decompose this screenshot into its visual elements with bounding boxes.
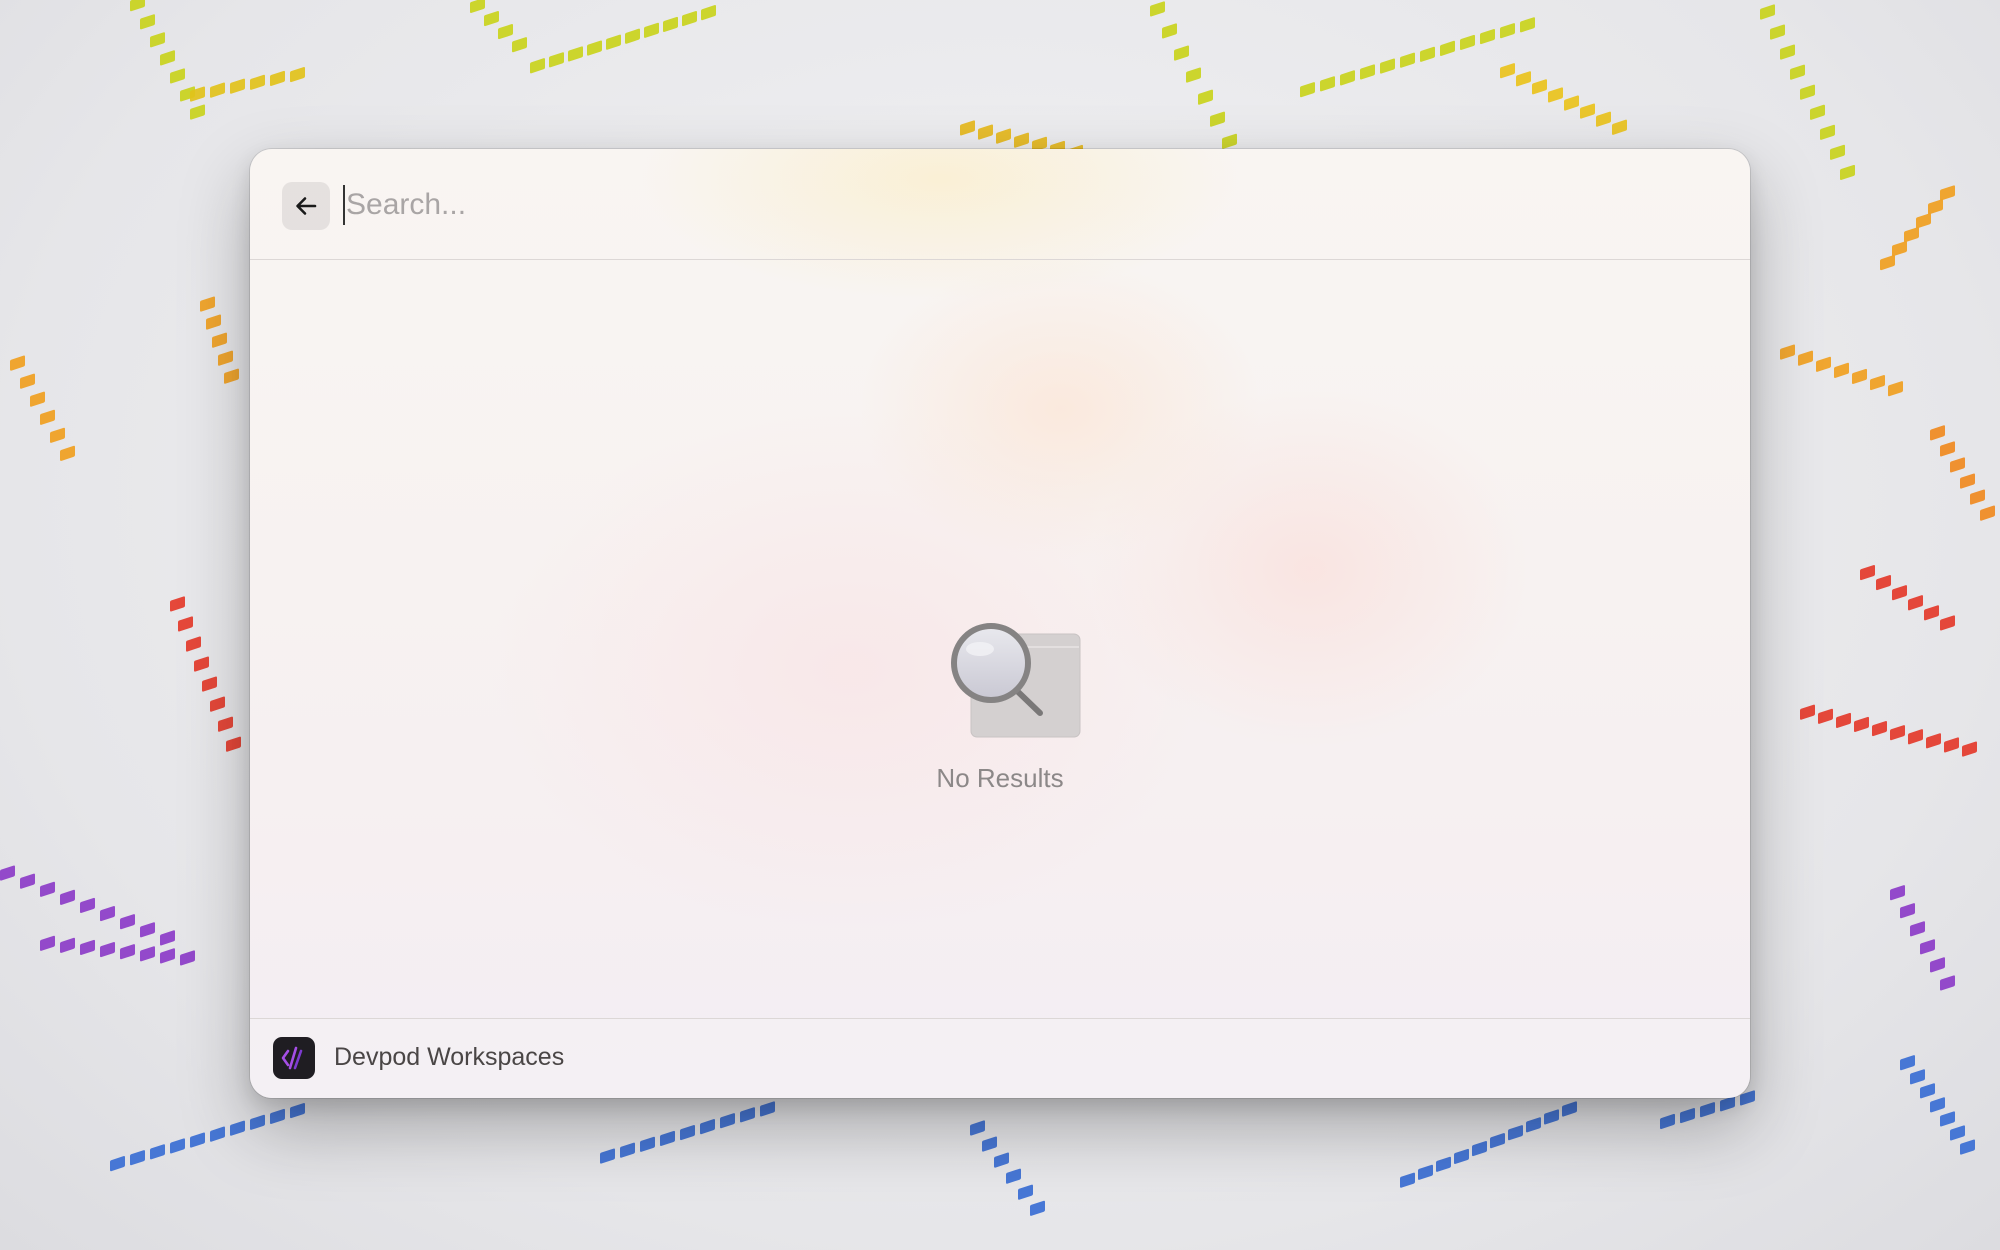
magnifier-over-window-icon <box>951 623 1081 738</box>
back-button[interactable] <box>282 182 330 230</box>
arrow-left-icon <box>296 197 317 215</box>
footer-bar: Devpod Workspaces <box>250 1018 1750 1098</box>
raycast-window: No Results Devpod Workspaces <box>250 149 1750 1098</box>
text-caret <box>343 185 345 225</box>
search-bar <box>250 149 1750 260</box>
no-results-message: No Results <box>936 763 1064 793</box>
extension-name[interactable]: Devpod Workspaces <box>334 1043 564 1072</box>
search-input[interactable] <box>343 179 1703 231</box>
devpod-logo-icon <box>273 1037 315 1079</box>
